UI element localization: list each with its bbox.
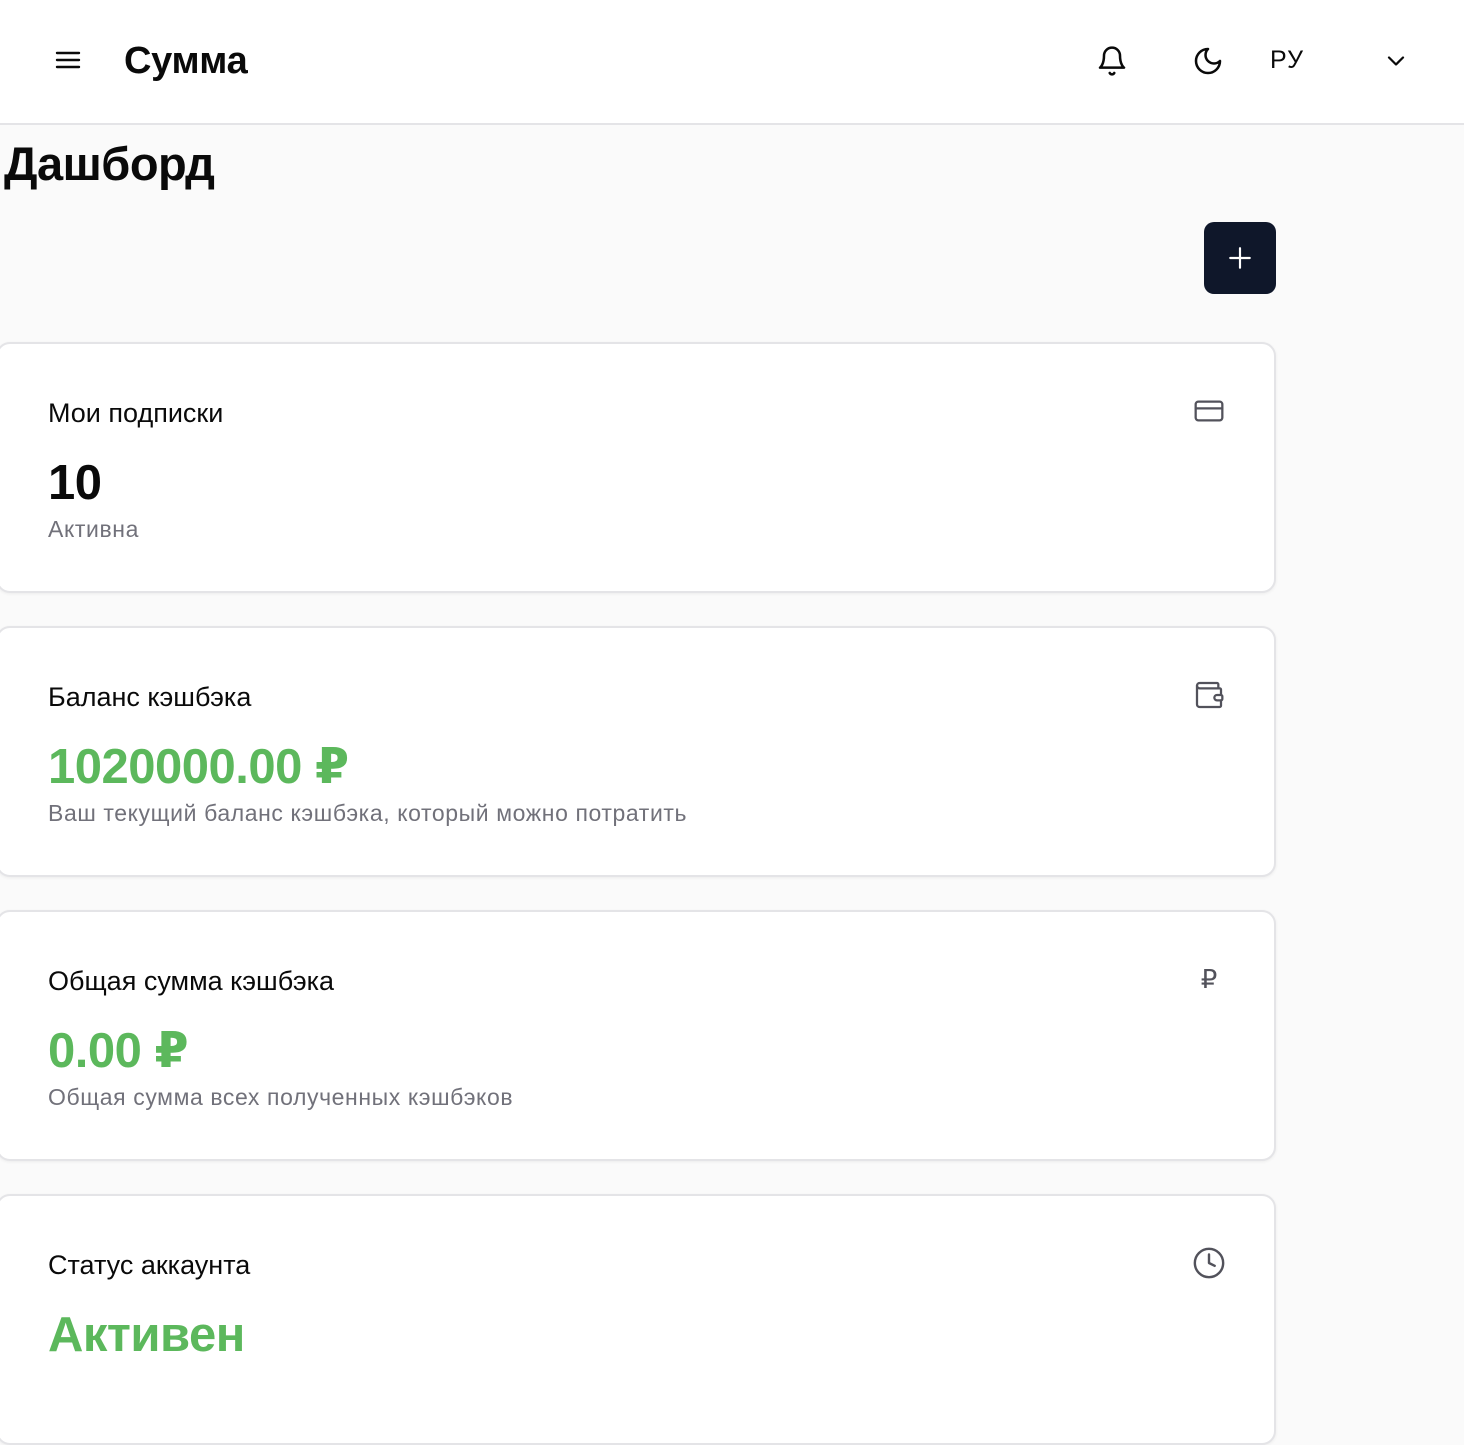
add-button[interactable]: [1204, 222, 1276, 294]
plus-icon: [1229, 247, 1251, 269]
menu-button[interactable]: [46, 40, 90, 80]
menu-icon: [55, 51, 81, 69]
chevron-down-icon: [1387, 56, 1405, 66]
card-title: Баланс кэшбэка: [48, 682, 252, 712]
cashback-balance-card[interactable]: Баланс кэшбэка 1020000.00 ₽ Ваш текущий …: [0, 626, 1276, 877]
app-title[interactable]: Сумма: [124, 38, 248, 84]
account-status-value: Активен: [48, 1308, 245, 1362]
subscriptions-card[interactable]: Мои подписки 10 Активна: [0, 342, 1276, 593]
card-title: Статус аккаунта: [48, 1250, 251, 1280]
total-cashback-card[interactable]: Общая сумма кэшбэка ₽ 0.00 ₽ Общая сумма…: [0, 910, 1276, 1161]
card-description: Ваш текущий баланс кэшбэка, который можн…: [48, 800, 688, 826]
top-bar: Сумма РУ: [0, 0, 1464, 125]
clock-icon: [1192, 1246, 1226, 1280]
wallet-icon: [1192, 678, 1226, 712]
credit-card-icon: [1192, 394, 1226, 428]
card-title: Общая сумма кэшбэка: [48, 966, 335, 996]
card-title: Мои подписки: [48, 398, 224, 428]
ruble-icon: ₽: [1200, 963, 1218, 994]
card-description: Общая сумма всех полученных кэшбэков: [48, 1084, 514, 1110]
account-status-card[interactable]: Статус аккаунта Активен: [0, 1194, 1276, 1445]
language-dropdown-button[interactable]: [1373, 38, 1419, 84]
total-cashback-value: 0.00 ₽: [48, 1024, 189, 1078]
subscriptions-count: 10: [48, 456, 102, 510]
theme-toggle-button[interactable]: [1185, 38, 1231, 84]
notifications-button[interactable]: [1089, 38, 1135, 84]
bell-icon: [1098, 46, 1126, 76]
page-title: Дашборд: [4, 137, 215, 190]
moon-icon: [1194, 47, 1222, 75]
card-description: Активна: [48, 516, 139, 542]
cashback-balance-value: 1020000.00 ₽: [48, 740, 349, 794]
language-selector[interactable]: РУ: [1270, 40, 1304, 80]
